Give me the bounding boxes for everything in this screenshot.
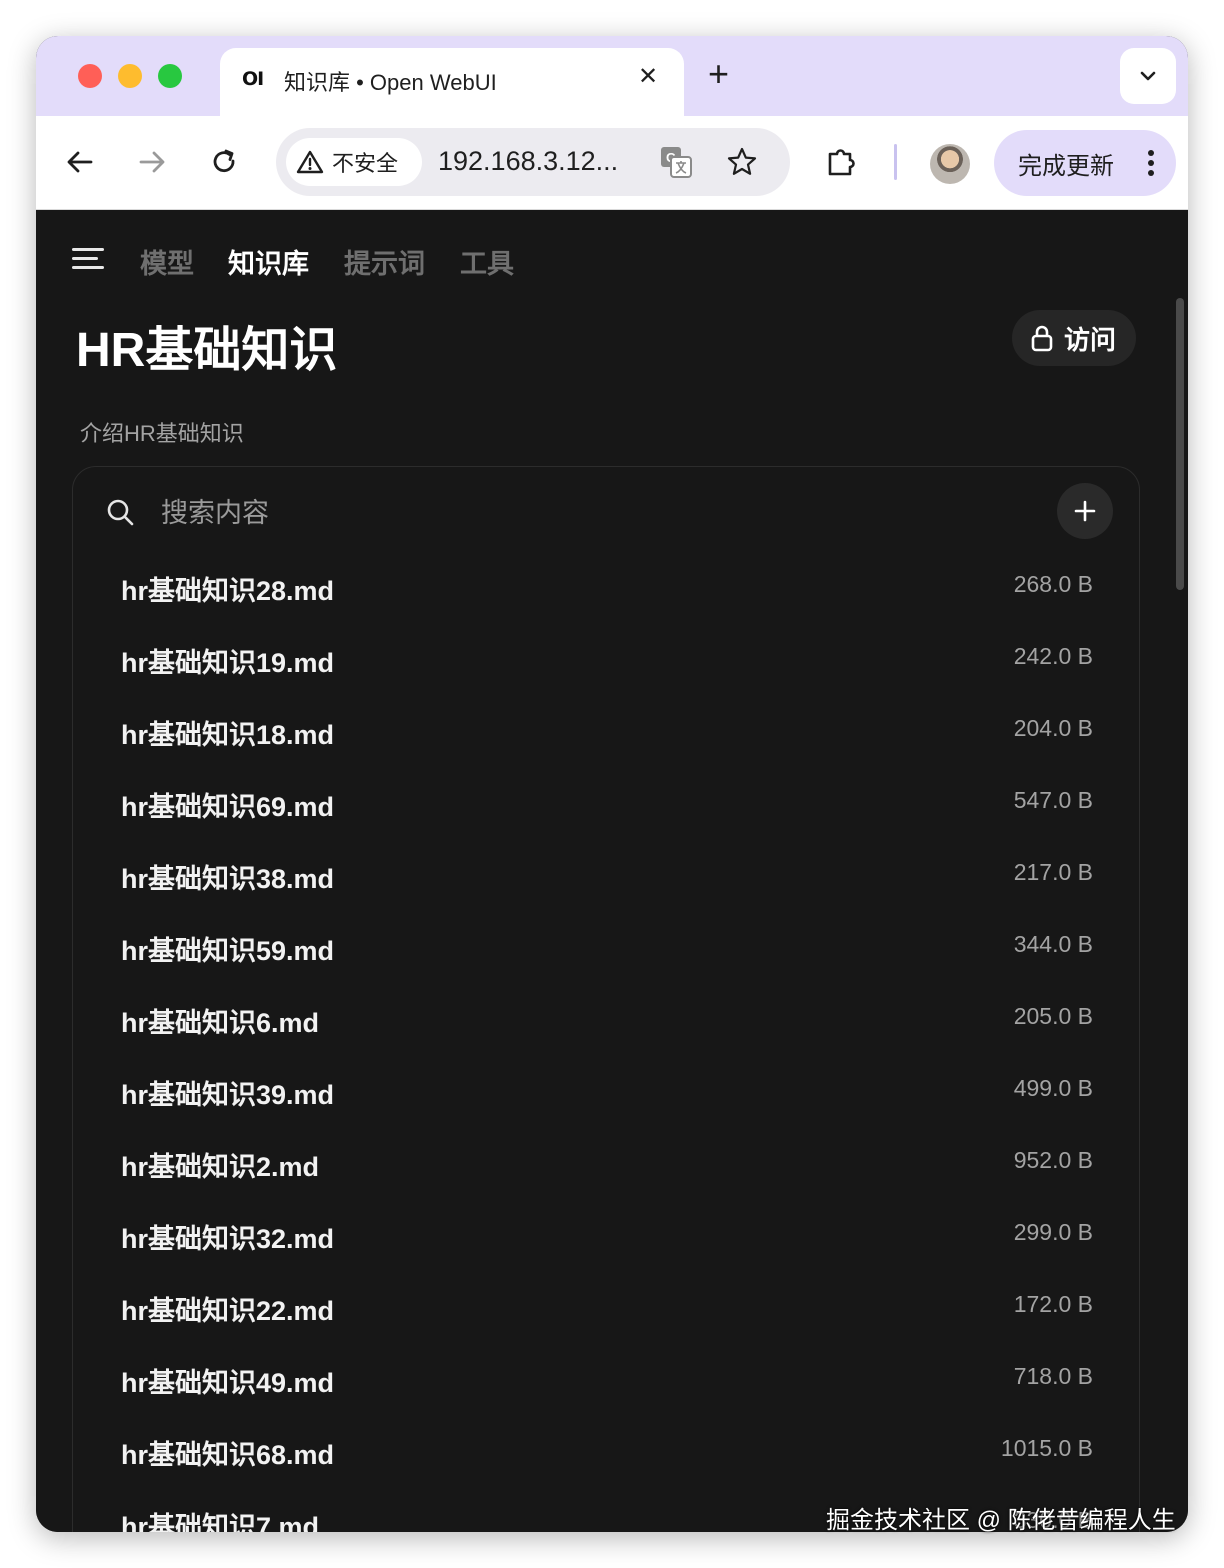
file-name: hr基础知识7.md	[121, 1512, 320, 1532]
window-close-button[interactable]	[78, 64, 102, 88]
file-size: 299.0 B	[1013, 1219, 1093, 1245]
file-size: 204.0 B	[1013, 715, 1093, 741]
security-indicator[interactable]: 不安全	[286, 138, 422, 186]
toolbar-divider	[894, 144, 897, 180]
file-row[interactable]: hr基础知识2.md 952.0 B	[73, 1125, 1141, 1197]
tab-favicon: OI	[242, 68, 264, 90]
tab-title: 知识库 • Open WebUI	[284, 70, 497, 95]
file-row[interactable]: hr基础知识32.md 299.0 B	[73, 1197, 1141, 1269]
file-size: 1015.0 B	[1000, 1435, 1093, 1461]
security-label: 不安全	[332, 151, 399, 176]
translate-icon[interactable]: G	[658, 144, 694, 180]
window-zoom-button[interactable]	[158, 64, 182, 88]
file-size: 547.0 B	[1013, 787, 1093, 813]
extensions-icon[interactable]	[824, 144, 860, 180]
plus-icon[interactable]: +	[708, 54, 729, 94]
file-row[interactable]: hr基础知识59.md 344.0 B	[73, 909, 1141, 981]
profile-avatar[interactable]	[930, 144, 970, 184]
file-row[interactable]: hr基础知识28.md 268.0 B	[73, 549, 1141, 621]
file-size: 952.0 B	[1013, 1147, 1093, 1173]
update-button-label: 完成更新	[1018, 152, 1114, 180]
menu-icon[interactable]	[72, 248, 104, 272]
arrow-right-icon[interactable]	[134, 144, 170, 180]
file-size: 172.0 B	[1013, 1291, 1093, 1317]
address-bar[interactable]: 不安全 192.168.3.12... G	[276, 128, 790, 196]
file-size: 217.0 B	[1013, 859, 1093, 885]
page-title: HR基础知识	[76, 324, 338, 377]
file-name: hr基础知识22.md	[121, 1296, 335, 1326]
file-name: hr基础知识19.md	[121, 648, 335, 678]
tab-tools[interactable]: 工具	[460, 242, 514, 281]
file-row[interactable]: hr基础知识69.md 547.0 B	[73, 765, 1141, 837]
arrow-left-icon[interactable]	[62, 144, 98, 180]
search-icon	[105, 497, 135, 532]
plus-icon	[1074, 500, 1096, 522]
file-name: hr基础知识18.md	[121, 720, 335, 750]
tab-knowledge[interactable]: 知识库	[228, 242, 309, 281]
scrollbar[interactable]	[1176, 298, 1184, 590]
watermark: 掘金技术社区 @ 陈佬昔编程人生	[826, 1507, 1176, 1534]
access-button[interactable]: 访问	[1012, 310, 1136, 366]
tab-prompts[interactable]: 提示词	[344, 242, 425, 281]
file-row[interactable]: hr基础知识49.md 718.0 B	[73, 1341, 1141, 1413]
file-size: 205.0 B	[1013, 1003, 1093, 1029]
page-description: 介绍HR基础知识	[80, 421, 244, 446]
tab-search-button[interactable]	[1120, 48, 1176, 104]
file-panel: hr基础知识28.md 268.0 B hr基础知识19.md 242.0 B hr…	[72, 466, 1140, 1532]
file-size: 268.0 B	[1013, 571, 1093, 597]
file-name: hr基础知识32.md	[121, 1224, 335, 1254]
file-row[interactable]: hr基础知识38.md 217.0 B	[73, 837, 1141, 909]
file-row[interactable]: hr基础知识68.md 1015.0 B	[73, 1413, 1141, 1485]
file-size: 242.0 B	[1013, 643, 1093, 669]
file-name: hr基础知识69.md	[121, 792, 335, 822]
file-row[interactable]: hr基础知识6.md 205.0 B	[73, 981, 1141, 1053]
search-input[interactable]	[161, 489, 961, 537]
file-name: hr基础知识68.md	[121, 1440, 335, 1470]
file-size: 344.0 B	[1013, 931, 1093, 957]
chevron-down-icon	[1140, 71, 1156, 81]
add-content-button[interactable]	[1057, 483, 1113, 539]
warning-icon	[296, 150, 324, 174]
more-vert-icon	[1148, 150, 1154, 176]
browser-toolbar: 不安全 192.168.3.12... G 完成更新	[36, 116, 1188, 210]
access-button-label: 访问	[1064, 324, 1117, 355]
file-row[interactable]: hr基础知识19.md 242.0 B	[73, 621, 1141, 693]
url-text[interactable]: 192.168.3.12...	[438, 146, 618, 177]
file-name: hr基础知识6.md	[121, 1008, 320, 1038]
file-row[interactable]: hr基础知识39.md 499.0 B	[73, 1053, 1141, 1125]
file-name: hr基础知识2.md	[121, 1152, 320, 1182]
file-size: 499.0 B	[1013, 1075, 1093, 1101]
file-name: hr基础知识49.md	[121, 1368, 335, 1398]
update-button[interactable]: 完成更新	[994, 130, 1176, 196]
window-minimize-button[interactable]	[118, 64, 142, 88]
file-row[interactable]: hr基础知识22.md 172.0 B	[73, 1269, 1141, 1341]
tab-strip: OI 知识库 • Open WebUI ✕ +	[36, 36, 1188, 116]
tab-models[interactable]: 模型	[140, 242, 194, 281]
file-name: hr基础知识38.md	[121, 864, 335, 894]
browser-window: OI 知识库 • Open WebUI ✕ + 不安全 192.168.3.12…	[36, 36, 1188, 1532]
lock-icon	[1031, 325, 1053, 352]
file-list: hr基础知识28.md 268.0 B hr基础知识19.md 242.0 B hr…	[73, 549, 1141, 1532]
file-name: hr基础知识59.md	[121, 936, 335, 966]
app-content: 模型 知识库 提示词 工具 HR基础知识 介绍HR基础知识 访问 hr基础知识2…	[36, 210, 1188, 1532]
file-size: 718.0 B	[1013, 1363, 1093, 1389]
reload-icon[interactable]	[206, 144, 242, 180]
file-row[interactable]: hr基础知识18.md 204.0 B	[73, 693, 1141, 765]
file-name: hr基础知识39.md	[121, 1080, 335, 1110]
file-name: hr基础知识28.md	[121, 576, 335, 606]
browser-tab-active[interactable]: OI 知识库 • Open WebUI ✕	[220, 48, 684, 116]
star-icon[interactable]	[724, 144, 760, 180]
close-icon[interactable]: ✕	[638, 62, 658, 91]
